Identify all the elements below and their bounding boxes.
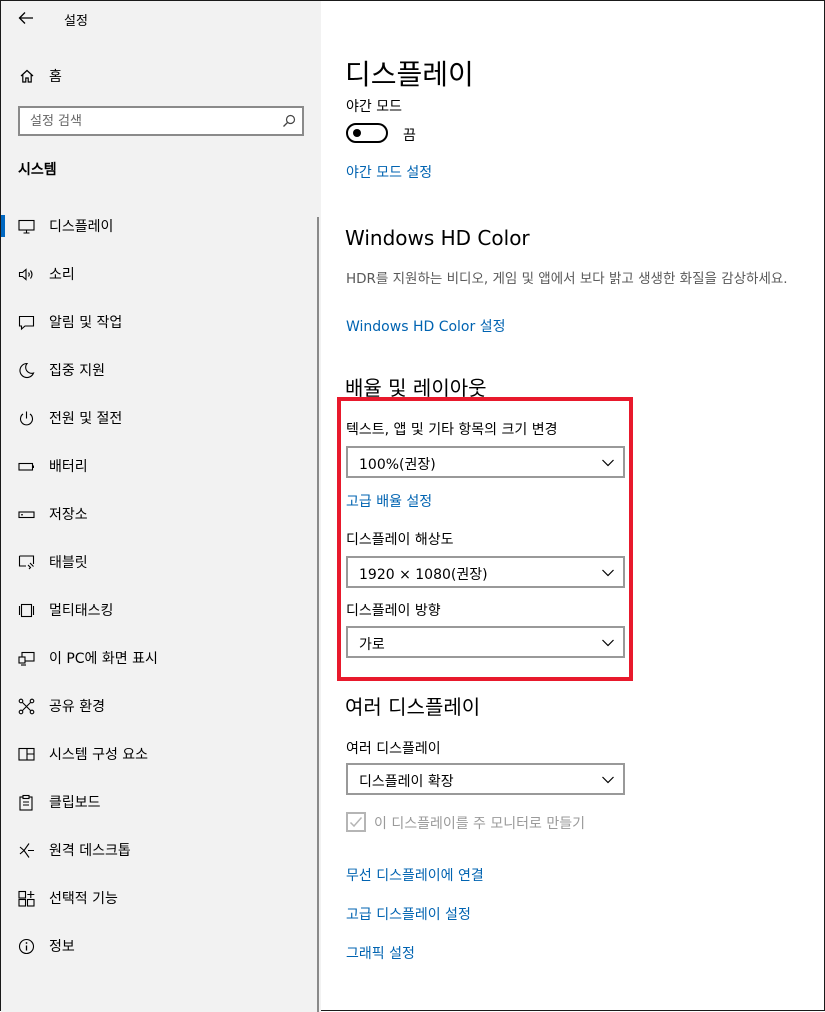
multiple-displays-label: 여러 디스플레이: [346, 741, 441, 757]
advanced-display-settings-link[interactable]: 고급 디스플레이 설정: [346, 904, 471, 924]
multiple-displays-value: 디스플레이 확장: [359, 774, 454, 790]
sidebar-item-optional-features[interactable]: 선택적 기능: [1, 874, 317, 922]
tablet-icon: [18, 554, 35, 569]
sidebar-item-remote-desktop[interactable]: 원격 데스크톱: [1, 826, 317, 874]
sidebar-item-shared-experiences[interactable]: 공유 환경: [1, 682, 317, 730]
battery-icon: [18, 462, 34, 471]
sidebar-item-label: 멀티태스킹: [49, 603, 114, 619]
title-bar: 설정: [1, 1, 321, 37]
checkmark-icon: [349, 817, 363, 828]
main-display-checkbox[interactable]: [346, 812, 366, 832]
remote-desktop-icon: [19, 842, 34, 858]
speaker-icon: [18, 267, 33, 281]
sidebar-item-system-components[interactable]: 시스템 구성 요소: [1, 730, 317, 778]
sidebar-item-display[interactable]: 디스플레이: [1, 202, 317, 250]
hdr-description: HDR를 지원하는 비디오, 게임 및 앱에서 보다 밝고 생생한 화질을 감상…: [346, 271, 788, 287]
app-title: 설정: [64, 14, 88, 29]
optional-features-icon: [18, 890, 35, 907]
sidebar-item-label: 저장소: [49, 507, 88, 523]
shared-experience-icon: [18, 698, 35, 714]
wireless-display-link[interactable]: 무선 디스플레이에 연결: [346, 865, 484, 885]
sidebar-scrollbar[interactable]: [317, 217, 319, 1012]
sidebar-section-title: 시스템: [18, 162, 57, 178]
sidebar-item-project[interactable]: 이 PC에 화면 표시: [1, 634, 317, 682]
sidebar-item-multitasking[interactable]: 멀티태스킹: [1, 586, 317, 634]
multiple-displays-heading: 여러 디스플레이: [345, 695, 481, 719]
power-icon: [19, 411, 34, 425]
storage-icon: [18, 510, 35, 518]
sidebar-item-power-sleep[interactable]: 전원 및 절전: [1, 394, 317, 442]
sidebar-item-label: 태블릿: [49, 555, 88, 571]
sidebar-nav: 디스플레이 소리 알림 및 작업 집중 지원 전원 및 절전 배터리 저장소 태…: [1, 202, 317, 970]
sidebar-item-label: 전원 및 절전: [49, 411, 123, 427]
sidebar-item-about[interactable]: 정보: [1, 922, 317, 970]
multitasking-icon: [18, 603, 35, 617]
back-arrow-icon[interactable]: [17, 9, 35, 27]
system-components-icon: [18, 747, 35, 761]
sidebar-item-label: 정보: [49, 939, 75, 955]
notification-icon: [18, 315, 35, 330]
sidebar-item-label: 원격 데스크톱: [49, 843, 131, 859]
multiple-displays-dropdown[interactable]: 디스플레이 확장: [346, 763, 625, 795]
sidebar-item-label: 이 PC에 화면 표시: [49, 651, 158, 667]
search-box[interactable]: [18, 106, 304, 136]
chevron-down-icon: [602, 776, 614, 784]
night-light-toggle-state: 끔: [403, 128, 416, 144]
night-light-settings-link[interactable]: 야간 모드 설정: [346, 162, 432, 182]
search-input[interactable]: [20, 108, 270, 134]
red-highlight-box: [337, 397, 633, 681]
sidebar-item-label: 소리: [49, 267, 75, 283]
clipboard-icon: [19, 794, 33, 811]
sidebar-item-label: 시스템 구성 요소: [49, 747, 149, 763]
home-label: 홈: [49, 69, 62, 85]
sidebar-item-label: 선택적 기능: [49, 891, 118, 907]
sidebar-item-label: 집중 지원: [49, 363, 105, 379]
toggle-knob: [353, 129, 361, 137]
info-icon: [18, 938, 35, 954]
night-light-toggle[interactable]: [346, 123, 388, 143]
home-icon: [20, 69, 34, 83]
page-title: 디스플레이: [345, 58, 474, 91]
sidebar-item-label: 공유 환경: [49, 699, 105, 715]
sidebar-item-label: 배터리: [49, 459, 88, 475]
sidebar-item-label: 알림 및 작업: [49, 315, 123, 331]
sidebar: 설정 홈 시스템 디스플레이 소리 알림 및 작업 집중 지원: [1, 1, 321, 1012]
sidebar-item-notifications[interactable]: 알림 및 작업: [1, 298, 317, 346]
search-icon[interactable]: [282, 114, 296, 128]
sidebar-item-sound[interactable]: 소리: [1, 250, 317, 298]
sidebar-item-tablet[interactable]: 태블릿: [1, 538, 317, 586]
graphics-settings-link[interactable]: 그래픽 설정: [346, 943, 415, 963]
main-content: 디스플레이 야간 모드 끔 야간 모드 설정 Windows HD Color …: [321, 1, 825, 1012]
night-light-label: 야간 모드: [346, 99, 402, 115]
sidebar-item-focus-assist[interactable]: 집중 지원: [1, 346, 317, 394]
sidebar-item-label: 디스플레이: [49, 219, 114, 235]
sidebar-item-battery[interactable]: 배터리: [1, 442, 317, 490]
home-nav-item[interactable]: 홈: [19, 65, 62, 87]
monitor-icon: [18, 219, 35, 234]
sidebar-item-storage[interactable]: 저장소: [1, 490, 317, 538]
hdr-settings-link[interactable]: Windows HD Color 설정: [346, 316, 505, 336]
sidebar-item-clipboard[interactable]: 클립보드: [1, 778, 317, 826]
sidebar-item-label: 클립보드: [49, 795, 101, 811]
main-display-checkbox-label: 이 디스플레이를 주 모니터로 만들기: [374, 816, 585, 832]
project-icon: [18, 651, 35, 666]
moon-icon: [19, 362, 35, 378]
hdr-heading: Windows HD Color: [345, 226, 530, 250]
